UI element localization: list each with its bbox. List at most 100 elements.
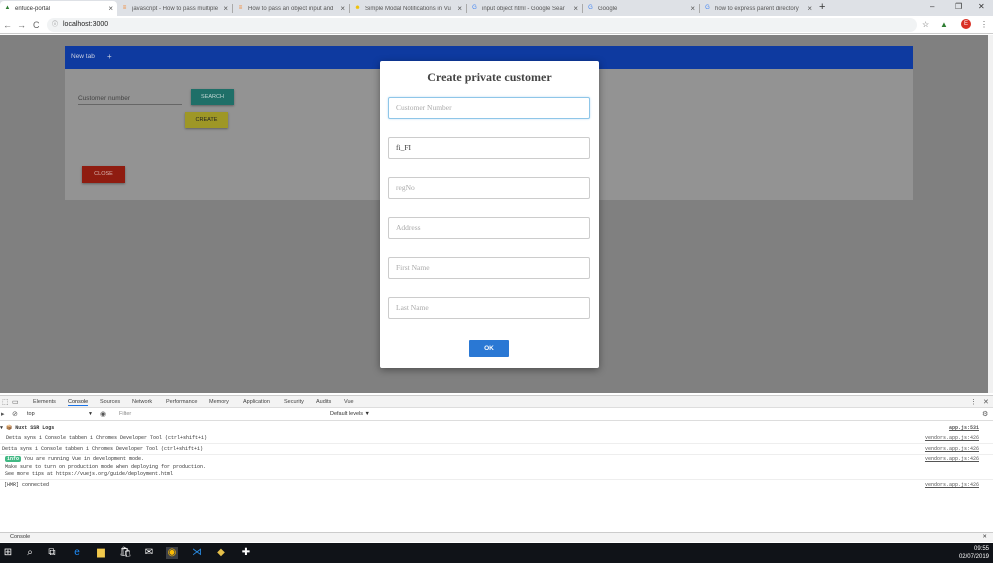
log-levels-select[interactable]: Default levels ▼ bbox=[330, 411, 370, 417]
clear-console-icon[interactable]: ⊘ bbox=[12, 410, 18, 418]
vue-devtools-icon[interactable]: ▲ bbox=[940, 20, 948, 29]
log-source-link[interactable]: vendors.app.js:426 bbox=[925, 482, 979, 488]
customer-number-field[interactable]: Customer Number bbox=[388, 97, 590, 119]
tab-close-icon[interactable]: × bbox=[457, 4, 462, 13]
log-line: See more tips at https://vuejs.org/guide… bbox=[0, 471, 993, 477]
context-value: top bbox=[27, 411, 35, 417]
log-text: Make sure to turn on production mode whe… bbox=[5, 464, 207, 470]
devtools-close-icon[interactable]: ✕ bbox=[983, 398, 989, 406]
log-text: Detta syns i Console tabben i Chromes De… bbox=[6, 435, 208, 441]
device-toggle-icon[interactable]: ▭ bbox=[12, 398, 19, 406]
address-field[interactable]: Address bbox=[388, 217, 590, 239]
system-clock[interactable]: 09:55 02/07/2019 bbox=[959, 545, 989, 561]
forward-arrow-icon[interactable]: → bbox=[17, 20, 26, 30]
devtools-tab-console[interactable]: Console bbox=[68, 399, 89, 406]
browser-tab[interactable]: ≡ How to pass an object input and × bbox=[233, 1, 349, 16]
minimize-icon[interactable]: – bbox=[930, 2, 934, 11]
new-tab-button[interactable]: + bbox=[819, 1, 825, 13]
devtools-tab-network[interactable]: Network bbox=[132, 399, 152, 405]
back-arrow-icon[interactable]: ← bbox=[3, 20, 12, 30]
devtools-tab-sources[interactable]: Sources bbox=[100, 399, 120, 405]
info-icon[interactable]: ⓘ bbox=[52, 18, 58, 32]
log-text: Detta syns i Console tabben i Chromes De… bbox=[2, 446, 204, 452]
windows-start-icon[interactable]: ⊞ bbox=[2, 547, 14, 559]
url-bar[interactable]: ⓘ localhost:3000 bbox=[47, 18, 917, 32]
vscode-icon[interactable]: ⋊ bbox=[191, 547, 203, 559]
log-group-header[interactable]: ▼ 📦 Nuxt SSR Logs app.js:531 bbox=[0, 425, 993, 431]
last-name-field[interactable]: Last Name bbox=[388, 297, 590, 319]
browser-tab[interactable]: ≡ javascript - How to pass multiple × bbox=[117, 1, 232, 16]
context-select[interactable]: top ▼ bbox=[27, 411, 95, 419]
store-icon[interactable]: 🛍 bbox=[119, 547, 132, 559]
log-source-link[interactable]: vendors.app.js:426 bbox=[925, 456, 979, 462]
tab-close-icon[interactable]: × bbox=[807, 4, 812, 13]
first-name-field[interactable]: First Name bbox=[388, 257, 590, 279]
tab-title: Google bbox=[598, 5, 618, 12]
inspect-element-icon[interactable]: ⬚ bbox=[2, 398, 9, 406]
devtools-tab-memory[interactable]: Memory bbox=[209, 399, 229, 405]
log-line: Detta syns i Console tabben i Chromes De… bbox=[0, 446, 993, 452]
search-button[interactable]: SEARCH bbox=[191, 89, 234, 105]
ok-button[interactable]: OK bbox=[469, 340, 509, 357]
console-filter-input[interactable]: Filter bbox=[119, 411, 131, 417]
restore-icon[interactable]: ❐ bbox=[955, 2, 962, 11]
edge-icon[interactable]: e bbox=[71, 547, 83, 559]
tab-close-icon[interactable]: × bbox=[340, 4, 345, 13]
app-tab-new[interactable]: New tab bbox=[71, 53, 95, 60]
log-line: info You are running Vue in development … bbox=[0, 456, 993, 462]
add-tab-button[interactable]: + bbox=[107, 52, 112, 61]
devtools-tab-vue[interactable]: Vue bbox=[344, 399, 354, 405]
chrome-icon[interactable]: ◉ bbox=[166, 547, 178, 559]
log-text: See more tips at https://vuejs.org/guide… bbox=[5, 471, 174, 477]
task-view-icon[interactable]: ⧉ bbox=[46, 547, 58, 559]
log-source-link[interactable]: vendors.app.js:426 bbox=[925, 435, 979, 441]
menu-kebab-icon[interactable]: ⋮ bbox=[980, 20, 988, 29]
reg-no-field[interactable]: regNo bbox=[388, 177, 590, 199]
browser-tab[interactable]: G Google × bbox=[583, 1, 699, 16]
window-close-icon[interactable]: ✕ bbox=[978, 2, 985, 11]
browser-tab-enfuce-portal[interactable]: ▲ enfuce-portal × bbox=[0, 1, 117, 16]
browser-tab[interactable]: G how to express parent directory × bbox=[700, 1, 816, 16]
sidebar-toggle-icon[interactable]: ▸ bbox=[1, 410, 5, 418]
log-source-link[interactable]: app.js:531 bbox=[949, 425, 979, 431]
tab-title: how to express parent directory bbox=[715, 5, 799, 12]
chevron-down-icon: ▼ bbox=[88, 411, 93, 417]
git-icon[interactable]: ◆ bbox=[215, 547, 227, 559]
drawer-tab-console[interactable]: Console bbox=[10, 534, 30, 540]
tab-close-icon[interactable]: × bbox=[573, 4, 578, 13]
smiley-icon: ☻ bbox=[354, 5, 361, 11]
devtools-tab-application[interactable]: Application bbox=[243, 399, 270, 405]
gear-icon[interactable]: ⚙ bbox=[982, 410, 988, 418]
customer-number-input[interactable]: Customer number bbox=[78, 93, 182, 105]
tab-close-icon[interactable]: × bbox=[223, 4, 228, 13]
eye-icon[interactable]: ◉ bbox=[100, 410, 106, 418]
drawer-close-icon[interactable]: ✕ bbox=[982, 533, 987, 542]
devtools-tab-audits[interactable]: Audits bbox=[316, 399, 331, 405]
devtools-tab-bar: ⬚ ▭ Elements Console Sources Network Per… bbox=[0, 396, 993, 408]
devtools-menu-icon[interactable]: ⋮ bbox=[970, 398, 977, 406]
file-explorer-icon[interactable]: ▆ bbox=[95, 547, 107, 559]
clock-date: 02/07/2019 bbox=[958, 554, 989, 560]
devtools-tab-elements[interactable]: Elements bbox=[33, 399, 56, 405]
browser-tab[interactable]: G input object html - Google Sear × bbox=[467, 1, 582, 16]
tab-title: enfuce-portal bbox=[15, 5, 51, 12]
locale-field[interactable]: fi_FI bbox=[388, 137, 590, 159]
search-icon[interactable]: ⌕ bbox=[24, 547, 36, 559]
tab-close-icon[interactable]: × bbox=[690, 4, 695, 13]
tab-close-icon[interactable]: × bbox=[108, 4, 113, 13]
bookmark-star-icon[interactable]: ☆ bbox=[922, 20, 929, 29]
app-icon[interactable]: ✚ bbox=[240, 547, 252, 559]
profile-avatar[interactable]: E bbox=[961, 19, 971, 29]
devtools-tab-performance[interactable]: Performance bbox=[166, 399, 198, 405]
mail-icon[interactable]: ✉ bbox=[143, 547, 155, 559]
browser-tab-strip: ▲ enfuce-portal × ≡ javascript - How to … bbox=[0, 0, 993, 16]
log-line: [HMR] connected vendors.app.js:426 bbox=[0, 482, 993, 488]
windows-taskbar: ⊞ ⌕ ⧉ e ▆ 🛍 ✉ ◉ ⋊ ◆ ✚ 09:55 02/07/2019 bbox=[0, 543, 993, 563]
reload-icon[interactable]: C bbox=[33, 20, 40, 30]
page-scrollbar[interactable] bbox=[988, 35, 993, 393]
close-button[interactable]: CLOSE bbox=[82, 166, 125, 183]
browser-tab[interactable]: ☻ Simple Modal Notifications in Vu × bbox=[350, 1, 466, 16]
create-button[interactable]: CREATE bbox=[185, 112, 228, 128]
log-source-link[interactable]: vendors.app.js:426 bbox=[925, 446, 979, 452]
devtools-tab-security[interactable]: Security bbox=[284, 399, 304, 405]
